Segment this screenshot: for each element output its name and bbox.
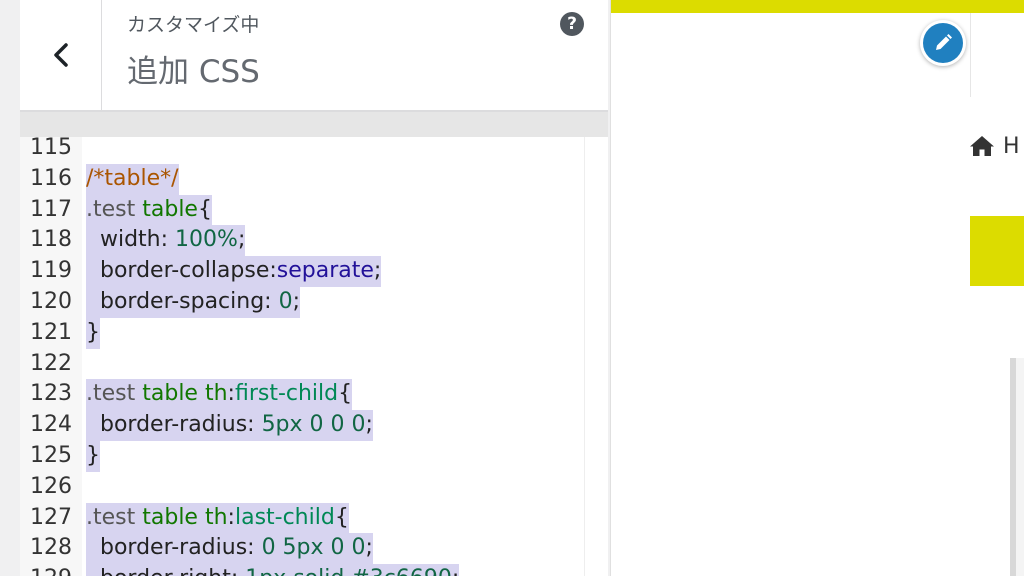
code-text: border-radius: 0 5px 0 0; xyxy=(86,533,373,565)
code-token: : xyxy=(227,504,235,530)
line-number: 121 xyxy=(30,319,72,345)
breadcrumb-label: H xyxy=(1003,133,1020,159)
line-number: 125 xyxy=(30,443,72,468)
code-line[interactable]: 127 .test table th:last-child{ xyxy=(20,502,580,534)
code-token: /*table*/ xyxy=(86,165,179,191)
code-line[interactable]: 117 .test table{ xyxy=(20,194,580,226)
code-text: .test table th:last-child{ xyxy=(86,502,349,534)
code-token: { xyxy=(338,381,353,407)
code-line[interactable]: 126 xyxy=(20,472,580,503)
code-token: border-right: xyxy=(86,566,245,576)
line-number: 128 xyxy=(30,535,72,561)
code-token: ; xyxy=(292,289,300,314)
line-number: 122 xyxy=(30,350,72,376)
code-line[interactable]: 119 border-collapse:separate; xyxy=(20,256,580,287)
line-number: 127 xyxy=(30,504,72,530)
code-token: ; xyxy=(237,227,246,253)
site-preview: H xyxy=(610,0,1024,576)
chevron-left-icon xyxy=(53,43,68,67)
code-token: ; xyxy=(452,566,459,576)
code-line[interactable]: 116 /*table*/ xyxy=(20,163,580,195)
code-text: .test table{ xyxy=(86,194,212,226)
editor-scroll-area[interactable] xyxy=(584,137,608,576)
code-line[interactable]: 123 .test table th:first-child{ xyxy=(20,379,580,411)
line-number: 129 xyxy=(20,564,72,576)
code-token: border-radius: xyxy=(86,412,262,438)
code-text: border-right: 1px solid #3c6690; xyxy=(86,564,460,576)
line-number: 126 xyxy=(30,473,72,499)
code-line[interactable]: 121} xyxy=(20,317,580,349)
home-icon xyxy=(970,136,994,156)
code-line[interactable]: 115 xyxy=(20,137,580,164)
code-token: table th xyxy=(142,504,228,530)
code-token: } xyxy=(86,443,100,468)
code-line[interactable]: 128 border-radius: 0 5px 0 0; xyxy=(20,533,580,565)
panel-subtitle: カスタマイズ中 xyxy=(127,14,260,36)
code-text: border-spacing: 0; xyxy=(86,287,300,318)
code-token: table xyxy=(142,196,198,222)
line-number: 123 xyxy=(30,381,72,407)
line-number: 119 xyxy=(30,258,72,284)
code-text: width: 100%; xyxy=(86,225,246,257)
line-number: 124 xyxy=(30,412,72,438)
css-code-editor[interactable]: 115 116/*table*/117 .test table{118 width:… xyxy=(20,137,608,576)
code-token: table th xyxy=(142,381,228,407)
code-line[interactable]: 118 width: 100%; xyxy=(20,225,580,257)
code-token: { xyxy=(197,196,212,222)
code-text: } xyxy=(86,441,100,472)
code-token: separate xyxy=(276,258,374,284)
preview-yellow-block xyxy=(970,216,1024,286)
code-line[interactable]: 122 xyxy=(20,349,580,380)
preview-header-bar xyxy=(611,0,1024,13)
preview-divider xyxy=(970,13,971,97)
line-number: 118 xyxy=(30,227,72,253)
line-number: 116 xyxy=(30,165,72,191)
code-token: : xyxy=(227,381,235,407)
code-line[interactable]: 124 border-radius: 5px 0 0 0; xyxy=(20,410,580,441)
preview-card-edge xyxy=(1010,358,1024,576)
code-token: } xyxy=(86,319,100,345)
code-text: /*table*/ xyxy=(86,163,179,195)
line-number: 117 xyxy=(30,196,72,222)
panel-title: 追加 CSS xyxy=(127,54,260,90)
code-token: 100% xyxy=(175,227,238,253)
code-token: last-child xyxy=(234,504,335,530)
code-line[interactable]: 125} xyxy=(20,441,580,472)
line-number: 115 xyxy=(30,137,72,160)
breadcrumb-home-link[interactable]: H xyxy=(969,130,1020,162)
code-token: 0 xyxy=(278,289,293,314)
code-token: ; xyxy=(365,535,373,561)
code-token: 1px solid #3c6690 xyxy=(245,566,452,576)
code-token: .test xyxy=(86,196,143,222)
panel-header: カスタマイズ中 追加 CSS ? xyxy=(20,0,608,112)
code-line[interactable]: 129 border-right: 1px solid #3c6690; xyxy=(20,564,580,576)
code-token: width: xyxy=(86,227,176,253)
code-text: border-collapse:separate; xyxy=(86,256,382,287)
code-text: border-radius: 5px 0 0 0; xyxy=(86,410,373,441)
code-token: .test xyxy=(86,504,143,530)
help-icon[interactable]: ? xyxy=(560,12,584,36)
edit-shortcut-button[interactable] xyxy=(920,20,966,66)
code-token: border-spacing: xyxy=(86,289,279,314)
code-line[interactable]: 120 border-spacing: 0; xyxy=(20,287,580,318)
pencil-icon xyxy=(936,34,952,50)
code-token: 5px 0 0 0 xyxy=(261,412,366,438)
code-text: } xyxy=(86,317,100,349)
edit-shortcut-circle xyxy=(923,23,963,63)
code-token: first-child xyxy=(234,381,339,407)
code-token: { xyxy=(334,504,349,530)
back-button[interactable] xyxy=(20,0,102,110)
code-token: border-collapse: xyxy=(86,258,277,284)
code-token: ; xyxy=(365,412,373,438)
code-token: 0 5px 0 0 xyxy=(261,535,366,561)
panel-edge xyxy=(0,0,20,576)
code-token: ; xyxy=(373,258,382,284)
code-token: .test xyxy=(86,381,143,407)
editor-toolbar-strip xyxy=(20,112,608,137)
line-number: 120 xyxy=(30,289,72,314)
customizer-panel: カスタマイズ中 追加 CSS ? 115 116 /*table*/ 117 .test… xyxy=(0,0,610,576)
code-token: border-radius: xyxy=(86,535,262,561)
code-text: .test table th:first-child{ xyxy=(86,379,353,411)
